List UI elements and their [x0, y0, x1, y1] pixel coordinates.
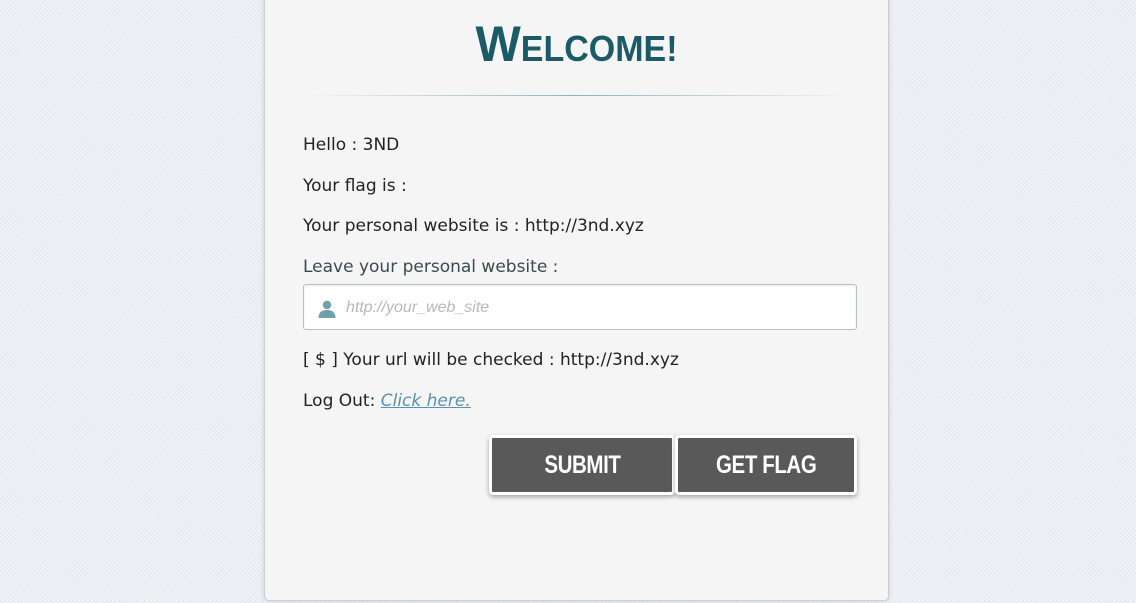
page-title: WELCOME!	[265, 16, 888, 74]
url-check-status: [ $ ] Your url will be checked : http://…	[303, 350, 679, 370]
welcome-card: WELCOME! Hello : 3ND Your flag is : Your…	[264, 0, 889, 601]
submit-button-label: SUBMIT	[543, 451, 621, 479]
logout-link[interactable]: Click here.	[381, 391, 471, 411]
get-flag-button[interactable]: GET FLAG	[675, 435, 857, 495]
user-icon	[317, 299, 337, 319]
get-flag-button-label: GET FLAG	[715, 451, 817, 479]
submit-button[interactable]: SUBMIT	[489, 435, 675, 495]
logout-row: Log Out: Click here.	[303, 391, 471, 411]
hello-text: Hello : 3ND	[303, 135, 400, 155]
logout-label: Log Out:	[303, 391, 381, 411]
website-input-wrapper[interactable]	[303, 284, 857, 331]
website-prompt-label: Leave your personal website :	[303, 257, 559, 277]
page-body: { "header": { "title_first": "W", "title…	[0, 0, 1136, 603]
website-input[interactable]	[344, 285, 848, 331]
title-rest: ELCOME!	[520, 29, 678, 70]
personal-website-text: Your personal website is : http://3nd.xy…	[303, 216, 644, 236]
flag-text: Your flag is :	[303, 176, 407, 196]
title-initial: W	[475, 16, 521, 73]
title-divider	[303, 95, 853, 96]
